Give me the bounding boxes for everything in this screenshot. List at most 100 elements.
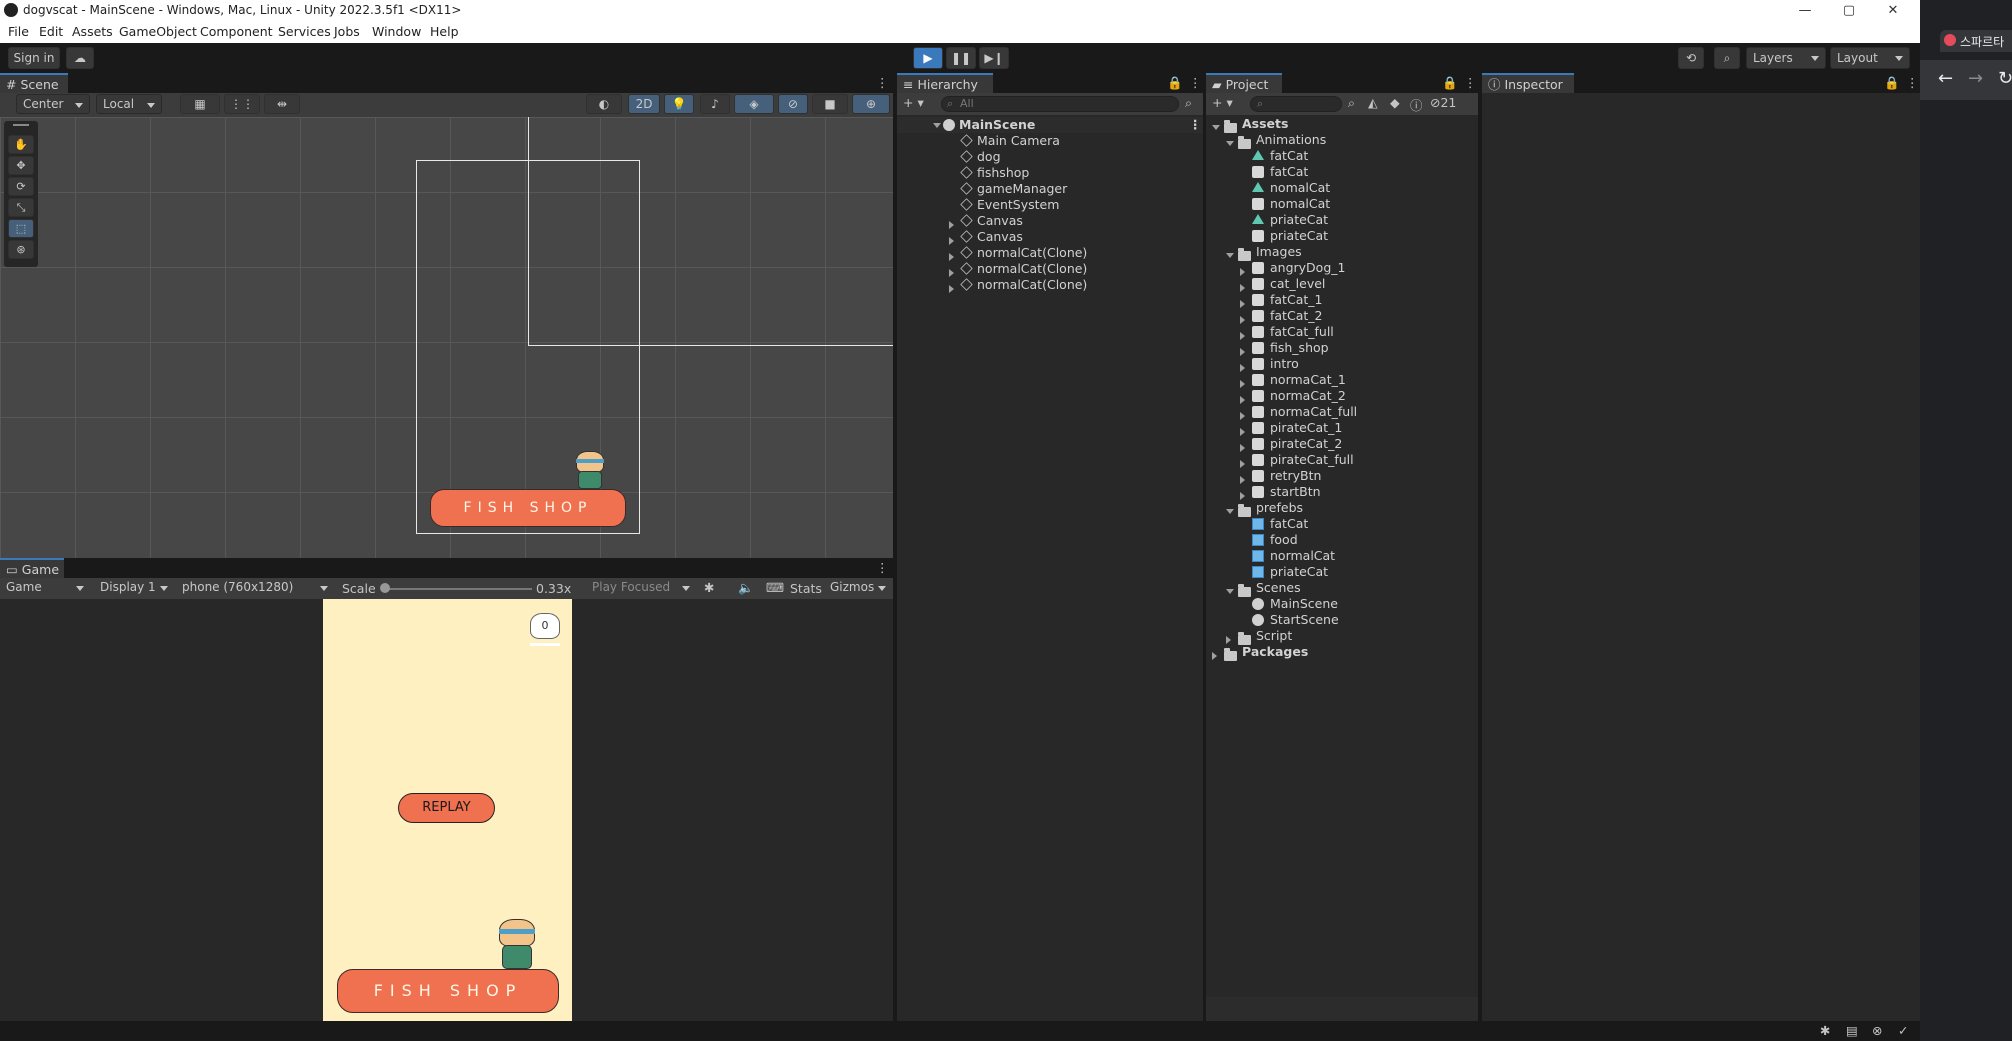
play-mode-dropdown[interactable]: Play Focused — [586, 578, 696, 599]
effects-toggle[interactable]: ◈ — [734, 94, 774, 114]
hidden-packages-toggle[interactable]: ⊘21 — [1430, 95, 1456, 110]
tab-game[interactable]: ▭ Game — [0, 558, 64, 578]
game-menu-icon[interactable]: ⋮ — [876, 560, 889, 575]
menu-services[interactable]: Services — [278, 24, 331, 39]
menu-jobs[interactable]: Jobs — [334, 24, 360, 39]
project-item[interactable]: cat_level — [1206, 276, 1478, 292]
project-item[interactable]: normaCat_1 — [1206, 372, 1478, 388]
project-item[interactable]: fatCat — [1206, 148, 1478, 164]
menu-assets[interactable]: Assets — [72, 24, 113, 39]
gizmos-toggle[interactable]: ⊕ — [852, 94, 890, 114]
hand-tool[interactable]: ✋ — [8, 135, 34, 154]
project-item[interactable]: prefebs — [1206, 500, 1478, 517]
step-button[interactable]: ▶❙ — [979, 47, 1009, 69]
label-icon[interactable]: ◆ — [1390, 95, 1400, 110]
project-item[interactable]: Animations — [1206, 132, 1478, 149]
align-button[interactable]: ⇹ — [264, 94, 300, 114]
resolution-dropdown[interactable]: phone (760x1280) — [176, 578, 334, 599]
menu-file[interactable]: File — [8, 24, 29, 39]
palette-handle[interactable] — [13, 124, 29, 126]
add-button[interactable]: + ▾ — [903, 95, 924, 110]
lighting-toggle[interactable]: 💡 — [664, 94, 694, 114]
scene-menu-icon[interactable]: ⋮ — [1189, 117, 1202, 133]
menu-edit[interactable]: Edit — [39, 24, 63, 39]
project-item[interactable]: normaCat_full — [1206, 404, 1478, 420]
scale-slider-thumb[interactable] — [380, 583, 390, 593]
project-item[interactable]: MainScene — [1206, 596, 1478, 612]
progress-icon[interactable]: ▤ — [1846, 1023, 1858, 1038]
menu-help[interactable]: Help — [430, 24, 459, 39]
tab-hierarchy[interactable]: ≡ Hierarchy — [897, 73, 993, 93]
project-item[interactable]: Packages — [1206, 644, 1478, 661]
rect-tool[interactable]: ⬚ — [8, 219, 34, 238]
menu-component[interactable]: Component — [200, 24, 273, 39]
scene-menu-icon[interactable]: ⋮ — [876, 75, 889, 90]
project-item[interactable]: intro — [1206, 356, 1478, 372]
hierarchy-item[interactable]: gameManager — [897, 181, 1203, 197]
space-dropdown[interactable]: Local — [96, 94, 162, 114]
create-button[interactable]: + ▾ — [1212, 95, 1233, 110]
lock-icon[interactable]: 🔒 — [1884, 75, 1900, 91]
project-item[interactable]: Assets — [1206, 116, 1478, 133]
sign-in-button[interactable]: Sign in — [8, 47, 60, 69]
visibility-toggle[interactable]: ⊘ — [778, 94, 808, 114]
scene-root-row[interactable]: MainScene ⋮ — [897, 117, 1203, 133]
menu-window[interactable]: Window — [372, 24, 421, 39]
inspector-menu-icon[interactable]: ⋮ — [1906, 75, 1919, 90]
project-item[interactable]: Images — [1206, 244, 1478, 261]
pivot-dropdown[interactable]: Center — [16, 94, 90, 114]
menu-gameobject[interactable]: GameObject — [119, 24, 197, 39]
debug-icon[interactable]: ✱ — [1820, 1023, 1830, 1038]
hierarchy-item[interactable]: normalCat(Clone) — [897, 245, 1203, 261]
cat-sprite[interactable] — [568, 451, 612, 489]
expand-arrow-icon[interactable] — [949, 281, 958, 297]
project-item[interactable]: fatCat — [1206, 164, 1478, 180]
view-type-dropdown[interactable]: Game — [0, 578, 90, 599]
project-item[interactable]: Scenes — [1206, 580, 1478, 597]
scene-viewport[interactable]: ✋ ✥ ⟳ ⤡ ⬚ ⊛ FISH SHOP — [0, 117, 893, 558]
game-screen[interactable]: 0 REPLAY FISH SHOP — [323, 599, 572, 1021]
hierarchy-item[interactable]: Canvas — [897, 229, 1203, 245]
hierarchy-item[interactable]: normalCat(Clone) — [897, 277, 1203, 293]
maximize-button[interactable]: ▢ — [1826, 0, 1872, 21]
2d-toggle[interactable]: 2D — [628, 94, 660, 114]
close-button[interactable]: ✕ — [1870, 0, 1916, 21]
browser-tab[interactable]: 스파르타 — [1940, 30, 2012, 52]
hierarchy-menu-icon[interactable]: ⋮ — [1189, 75, 1202, 90]
project-item[interactable]: priateCat — [1206, 228, 1478, 244]
hierarchy-item[interactable]: normalCat(Clone) — [897, 261, 1203, 277]
forward-icon[interactable]: → — [1968, 68, 1983, 89]
display-dropdown[interactable]: Display 1 — [94, 578, 174, 599]
project-item[interactable]: nomalCat — [1206, 196, 1478, 212]
grid-snap-button[interactable]: ▦ — [180, 94, 220, 114]
hierarchy-item[interactable]: EventSystem — [897, 197, 1203, 213]
increment-snap-button[interactable]: ⋮⋮ — [224, 94, 260, 114]
hierarchy-search-input[interactable]: ⌕ All — [941, 96, 1179, 112]
info-icon[interactable]: ⓘ — [1410, 95, 1423, 114]
project-item[interactable]: startBtn — [1206, 484, 1478, 500]
search-options-icon[interactable]: ⌕ — [1185, 95, 1192, 111]
hierarchy-item[interactable]: dog — [897, 149, 1203, 165]
hierarchy-item[interactable]: Canvas — [897, 213, 1203, 229]
fish-shop-sign[interactable]: FISH SHOP — [430, 489, 626, 527]
lock-icon[interactable]: 🔒 — [1167, 75, 1183, 91]
project-item[interactable]: food — [1206, 532, 1478, 548]
project-item[interactable]: normalCat — [1206, 548, 1478, 564]
mute-audio-icon[interactable]: 🔈 — [738, 580, 754, 596]
project-item[interactable]: priateCat — [1206, 564, 1478, 580]
cloud-button[interactable]: ☁ — [66, 47, 94, 69]
camera-button[interactable]: ■ — [812, 94, 848, 114]
project-item[interactable]: priateCat — [1206, 212, 1478, 228]
minimize-button[interactable]: — — [1782, 0, 1828, 21]
project-menu-icon[interactable]: ⋮ — [1464, 75, 1477, 90]
play-button[interactable]: ▶ — [913, 47, 943, 69]
check-icon[interactable]: ✓ — [1898, 1023, 1908, 1038]
lock-icon[interactable]: 🔒 — [1442, 75, 1458, 91]
keyboard-icon[interactable]: ⌨ — [766, 580, 784, 595]
network-icon[interactable]: ⊗ — [1872, 1023, 1882, 1038]
layout-dropdown[interactable]: Layout — [1830, 47, 1910, 69]
project-item[interactable]: retryBtn — [1206, 468, 1478, 484]
project-item[interactable]: nomalCat — [1206, 180, 1478, 196]
project-item[interactable]: pirateCat_full — [1206, 452, 1478, 468]
hierarchy-item[interactable]: Main Camera — [897, 133, 1203, 149]
